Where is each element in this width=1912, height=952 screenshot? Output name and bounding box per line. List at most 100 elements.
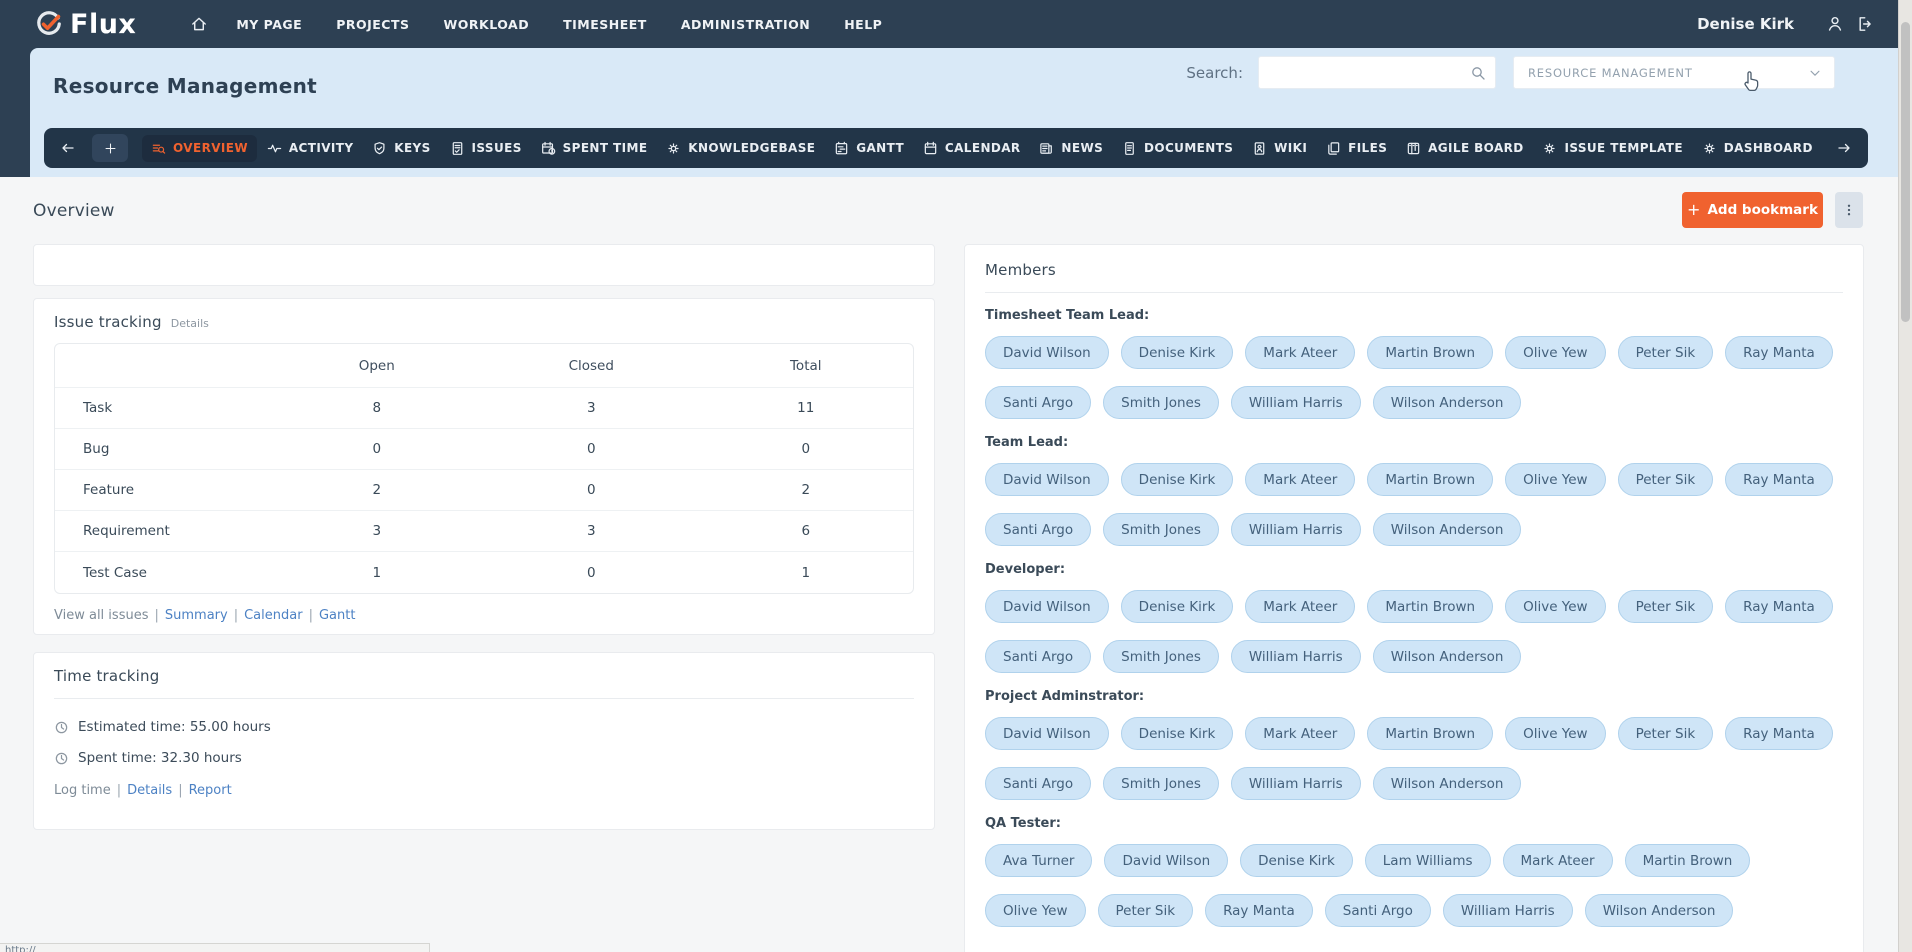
- nav-item-my-page[interactable]: MY PAGE: [236, 17, 302, 32]
- member-chip[interactable]: Mark Ateer: [1245, 590, 1356, 623]
- member-chip[interactable]: Olive Yew: [985, 894, 1086, 927]
- vertical-scrollbar[interactable]: [1898, 0, 1912, 952]
- link-view-all-issues[interactable]: View all issues: [54, 608, 148, 623]
- member-chip[interactable]: Smith Jones: [1103, 767, 1219, 800]
- home-icon[interactable]: [190, 15, 208, 33]
- tab-files[interactable]: FILES: [1317, 135, 1396, 162]
- member-chip[interactable]: Denise Kirk: [1240, 844, 1353, 877]
- member-chip[interactable]: Peter Sik: [1617, 590, 1714, 623]
- member-chip[interactable]: David Wilson: [985, 336, 1109, 369]
- member-chip[interactable]: Peter Sik: [1617, 463, 1714, 496]
- tab-agile-board[interactable]: AGILE BOARD: [1397, 135, 1533, 162]
- member-chip[interactable]: David Wilson: [985, 717, 1109, 750]
- tab-knowledgebase[interactable]: KNOWLEDGEBASE: [657, 135, 824, 162]
- member-chip[interactable]: Wilson Anderson: [1372, 767, 1522, 800]
- member-chip[interactable]: David Wilson: [1104, 844, 1229, 877]
- member-chip[interactable]: Smith Jones: [1103, 386, 1219, 419]
- member-chip[interactable]: Denise Kirk: [1120, 590, 1234, 623]
- member-chip[interactable]: Mark Ateer: [1502, 844, 1613, 877]
- member-chip[interactable]: Wilson Anderson: [1372, 513, 1522, 546]
- search-icon[interactable]: [1470, 65, 1495, 81]
- member-chip[interactable]: Wilson Anderson: [1372, 640, 1522, 673]
- member-chip[interactable]: David Wilson: [985, 463, 1109, 496]
- tab-gantt[interactable]: GANTT: [825, 135, 913, 162]
- tab-keys[interactable]: KEYS: [363, 135, 439, 162]
- member-chip[interactable]: Olive Yew: [1505, 590, 1606, 623]
- app-logo[interactable]: Flux: [34, 9, 136, 40]
- nav-item-help[interactable]: HELP: [844, 17, 882, 32]
- member-chip[interactable]: Santi Argo: [985, 767, 1092, 800]
- search-input[interactable]: [1259, 57, 1470, 88]
- link-log-time[interactable]: Log time: [54, 783, 111, 798]
- link-gantt[interactable]: Gantt: [319, 608, 355, 623]
- member-chip[interactable]: Ray Manta: [1725, 336, 1833, 369]
- member-chip[interactable]: Denise Kirk: [1120, 717, 1234, 750]
- member-chip[interactable]: William Harris: [1442, 894, 1573, 927]
- link-calendar[interactable]: Calendar: [244, 608, 302, 623]
- nav-item-projects[interactable]: PROJECTS: [336, 17, 409, 32]
- link-summary[interactable]: Summary: [165, 608, 228, 623]
- tab-news[interactable]: NEWS: [1030, 135, 1112, 162]
- tab-issues[interactable]: ISSUES: [441, 135, 531, 162]
- member-chip[interactable]: Smith Jones: [1103, 640, 1219, 673]
- more-options-button[interactable]: [1835, 192, 1863, 228]
- member-chip[interactable]: Ray Manta: [1725, 463, 1833, 496]
- link-details[interactable]: Details: [127, 783, 172, 798]
- tab-issue-template[interactable]: ISSUE TEMPLATE: [1533, 135, 1691, 162]
- member-chip[interactable]: William Harris: [1230, 767, 1361, 800]
- member-chip[interactable]: Peter Sik: [1617, 336, 1714, 369]
- scroll-tabs-left-icon[interactable]: [60, 140, 76, 156]
- member-chip[interactable]: Wilson Anderson: [1372, 386, 1522, 419]
- member-chip[interactable]: Santi Argo: [985, 640, 1092, 673]
- member-chip[interactable]: Olive Yew: [1505, 463, 1606, 496]
- member-chip[interactable]: Mark Ateer: [1245, 717, 1356, 750]
- tab-spent-time[interactable]: SPENT TIME: [532, 135, 657, 162]
- member-chip[interactable]: Martin Brown: [1367, 717, 1494, 750]
- tab-overview[interactable]: OVERVIEW: [142, 134, 257, 162]
- member-chip[interactable]: Martin Brown: [1367, 336, 1494, 369]
- member-chip[interactable]: Martin Brown: [1367, 463, 1494, 496]
- current-user-name[interactable]: Denise Kirk: [1697, 15, 1794, 33]
- link-report[interactable]: Report: [189, 783, 232, 798]
- user-icon[interactable]: [1826, 15, 1844, 33]
- scroll-tabs-right-icon[interactable]: [1836, 140, 1852, 156]
- member-chip[interactable]: Martin Brown: [1367, 590, 1494, 623]
- member-chip[interactable]: William Harris: [1230, 386, 1361, 419]
- member-chip[interactable]: Olive Yew: [1505, 717, 1606, 750]
- member-chip[interactable]: Olive Yew: [1505, 336, 1606, 369]
- member-chip[interactable]: Ray Manta: [1725, 590, 1833, 623]
- member-chip[interactable]: Mark Ateer: [1245, 336, 1356, 369]
- member-chip[interactable]: Denise Kirk: [1120, 463, 1234, 496]
- tab-activity[interactable]: ACTIVITY: [258, 135, 363, 162]
- add-bookmark-button[interactable]: + Add bookmark: [1682, 192, 1823, 228]
- tab-dashboard[interactable]: DASHBOARD: [1693, 135, 1822, 162]
- project-selector-dropdown[interactable]: RESOURCE MANAGEMENT: [1513, 56, 1835, 89]
- member-chip[interactable]: Ray Manta: [1205, 894, 1313, 927]
- member-chip[interactable]: Ava Turner: [985, 844, 1093, 877]
- member-chip[interactable]: Wilson Anderson: [1584, 894, 1734, 927]
- member-chip[interactable]: Martin Brown: [1624, 844, 1751, 877]
- nav-item-timesheet[interactable]: TIMESHEET: [563, 17, 647, 32]
- nav-item-workload[interactable]: WORKLOAD: [444, 17, 530, 32]
- member-chip[interactable]: David Wilson: [985, 590, 1109, 623]
- member-chip[interactable]: Santi Argo: [985, 386, 1092, 419]
- member-chip[interactable]: Mark Ateer: [1245, 463, 1356, 496]
- add-tab-button[interactable]: [92, 134, 128, 162]
- logout-icon[interactable]: [1854, 15, 1872, 33]
- member-chip[interactable]: Santi Argo: [1324, 894, 1431, 927]
- tab-wiki[interactable]: WIKI: [1243, 135, 1316, 162]
- member-chip[interactable]: Lam Williams: [1364, 844, 1491, 877]
- member-chip[interactable]: Santi Argo: [985, 513, 1092, 546]
- scrollbar-thumb[interactable]: [1901, 22, 1910, 322]
- member-chip[interactable]: Denise Kirk: [1120, 336, 1234, 369]
- member-chip[interactable]: Peter Sik: [1097, 894, 1194, 927]
- issue-tracking-details-link[interactable]: Details: [171, 317, 209, 330]
- tab-documents[interactable]: DOCUMENTS: [1113, 135, 1242, 162]
- member-chip[interactable]: William Harris: [1230, 640, 1361, 673]
- nav-item-administration[interactable]: ADMINISTRATION: [681, 17, 810, 32]
- tab-calendar[interactable]: CALENDAR: [914, 135, 1030, 162]
- member-chip[interactable]: Ray Manta: [1725, 717, 1833, 750]
- member-chip[interactable]: William Harris: [1230, 513, 1361, 546]
- member-chip[interactable]: Peter Sik: [1617, 717, 1714, 750]
- member-chip[interactable]: Smith Jones: [1103, 513, 1219, 546]
